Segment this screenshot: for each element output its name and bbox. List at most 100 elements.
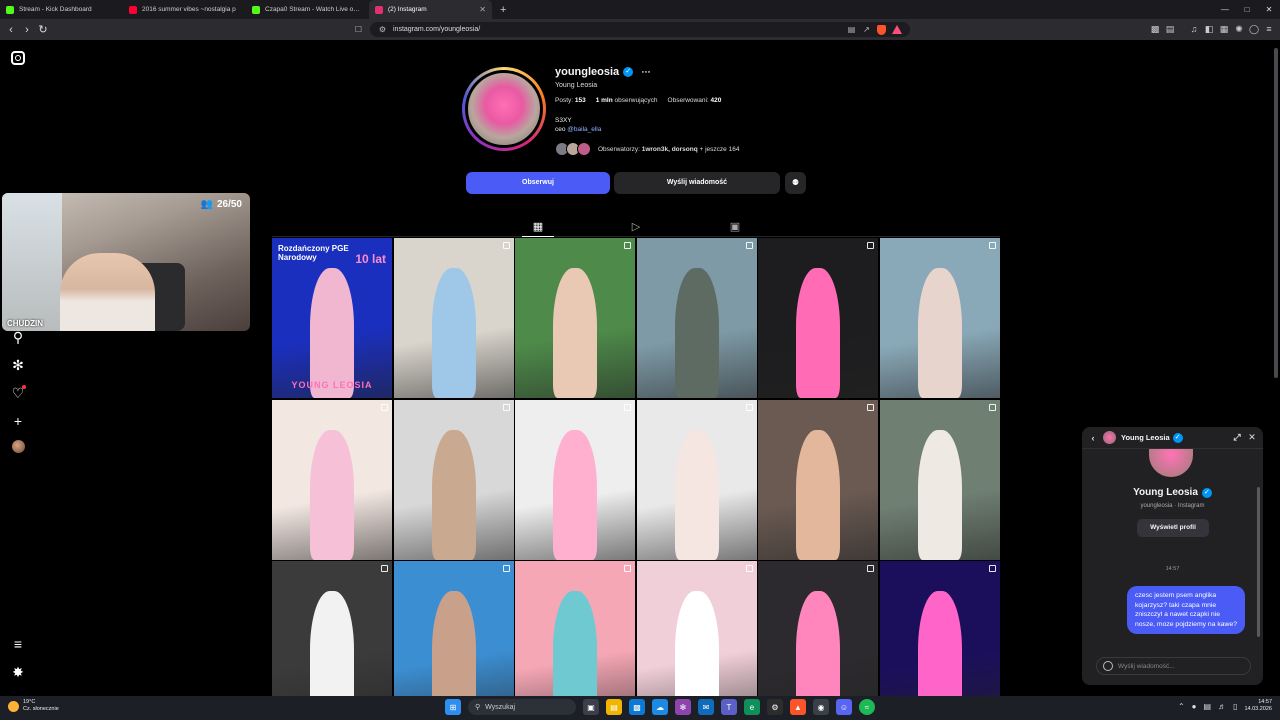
back-chevron-icon[interactable]: ‹: [1088, 433, 1098, 443]
page-scrollbar[interactable]: [1274, 48, 1278, 378]
dm-message-input[interactable]: Wyślij wiadomość...: [1096, 657, 1251, 675]
copilot-icon[interactable]: ✻: [675, 699, 691, 715]
forward-icon[interactable]: ›: [19, 24, 35, 36]
post-thumbnail[interactable]: [636, 238, 757, 398]
create-plus-icon[interactable]: +: [9, 412, 27, 430]
maximize-icon[interactable]: □: [1236, 0, 1258, 19]
post-thumbnail[interactable]: Rozdańczony PGE Narodowy 10 lat YOUNG LEOS…: [272, 238, 392, 398]
following-count[interactable]: Obserwowani: 420: [668, 97, 722, 104]
post-thumbnail[interactable]: [515, 238, 636, 398]
post-subject: [796, 268, 841, 398]
post-thumbnail[interactable]: [879, 399, 1000, 560]
browser-tab[interactable]: Stream - Kick Dashboard: [0, 0, 123, 19]
back-icon[interactable]: ‹: [3, 24, 19, 36]
post-thumbnail[interactable]: [636, 561, 757, 696]
profile-picture[interactable]: [462, 67, 546, 151]
send-message-button[interactable]: Wyślij wiadomość: [614, 172, 780, 194]
post-thumbnail[interactable]: [758, 561, 879, 696]
close-window-icon[interactable]: ✕: [1258, 0, 1280, 19]
reload-icon[interactable]: ↻: [35, 23, 51, 36]
battery-icon[interactable]: ▯: [1233, 702, 1237, 711]
tray-chevron-icon[interactable]: ⌃: [1178, 702, 1185, 711]
dm-avatar[interactable]: [1103, 431, 1116, 444]
post-thumbnail[interactable]: [758, 238, 879, 398]
address-bar[interactable]: ⚙ instagram.com/youngleosia/ ▤ ↗: [370, 22, 910, 37]
browser-tab[interactable]: 2016 summer vibes ~nostalgia p: [123, 0, 246, 19]
profile-avatar-icon[interactable]: [9, 440, 27, 458]
share-icon[interactable]: ↗: [862, 25, 871, 34]
steam-icon[interactable]: ⚙: [767, 699, 783, 715]
search-icon[interactable]: ⚲: [9, 328, 27, 346]
volume-icon[interactable]: ♬: [1218, 702, 1226, 711]
followers-count[interactable]: 1 mln obserwujących: [596, 97, 658, 104]
post-thumbnail[interactable]: [515, 399, 636, 560]
browser-tab[interactable]: Czapa0 Stream - Watch Live on Kick: [246, 0, 369, 19]
tab-tagged-icon[interactable]: ▣: [728, 220, 742, 234]
brave-rewards-icon[interactable]: [892, 25, 902, 34]
tabs-icon[interactable]: ▦: [1219, 23, 1229, 35]
dm-scrollbar[interactable]: [1257, 487, 1260, 637]
start-windows-icon[interactable]: ⊞: [445, 699, 461, 715]
teams-icon[interactable]: T: [721, 699, 737, 715]
post-thumbnail[interactable]: [272, 561, 392, 696]
discord-icon[interactable]: ☺: [836, 699, 852, 715]
instagram-logo-icon[interactable]: [11, 51, 25, 65]
post-thumbnail[interactable]: [758, 399, 879, 560]
store-icon[interactable]: ▩: [629, 699, 645, 715]
post-thumbnail[interactable]: [879, 238, 1000, 398]
follow-button[interactable]: Obserwuj: [466, 172, 610, 194]
tab-posts-grid-icon[interactable]: ▦: [531, 220, 545, 234]
notifications-heart-icon[interactable]: ♡: [9, 384, 27, 402]
spotify-icon[interactable]: ≈: [859, 699, 875, 715]
suggested-users-icon[interactable]: ⚉: [785, 172, 806, 194]
menu-icon[interactable]: ≡: [1264, 23, 1274, 35]
bio-mention-link[interactable]: @baila_ella: [567, 126, 601, 133]
media-icon[interactable]: ♫: [1189, 23, 1199, 35]
install-icon[interactable]: ▤: [847, 25, 856, 34]
network-icon[interactable]: ▤: [1204, 702, 1212, 711]
view-profile-button[interactable]: Wyświetl profil: [1137, 519, 1209, 537]
dm-sent-message[interactable]: czesc jestem psem anglika kojarzysz? tak…: [1127, 586, 1245, 634]
expand-icon[interactable]: ⤢: [1232, 432, 1242, 443]
explore-icon[interactable]: ✻: [9, 356, 27, 374]
brave-shields-icon[interactable]: [877, 24, 886, 35]
close-icon[interactable]: ✕: [1247, 432, 1257, 443]
close-tab-icon[interactable]: ✕: [479, 5, 486, 14]
weather-app-icon[interactable]: ☁: [652, 699, 668, 715]
post-thumbnail[interactable]: [879, 561, 1000, 696]
edge-icon[interactable]: e: [744, 699, 760, 715]
obs-icon[interactable]: ◉: [813, 699, 829, 715]
post-thumbnail[interactable]: [515, 561, 636, 696]
sidebar-icon[interactable]: ◧: [1204, 23, 1214, 35]
url-text: instagram.com/youngleosia/: [393, 26, 481, 33]
taskbar-clock[interactable]: 14:57 14.03.2026: [1244, 699, 1272, 713]
emoji-icon[interactable]: [1103, 661, 1113, 671]
task-view-icon[interactable]: ▣: [583, 699, 599, 715]
brave-icon[interactable]: ▲: [790, 699, 806, 715]
file-explorer-icon[interactable]: ▤: [606, 699, 622, 715]
followed-by[interactable]: Obserwatorzy: 1wron3k, dorsonq + jeszcze…: [555, 142, 739, 156]
dm-contact-name[interactable]: Young Leosia: [1121, 433, 1170, 442]
tab-reels-icon[interactable]: ▷: [629, 220, 643, 234]
microphone-icon[interactable]: ●: [1192, 702, 1197, 711]
post-thumbnail[interactable]: [272, 399, 392, 560]
taskbar-search[interactable]: ⚲ Wyszukaj: [468, 699, 576, 715]
minimize-icon[interactable]: —: [1214, 0, 1236, 19]
post-thumbnail[interactable]: [636, 399, 757, 560]
vpn-icon[interactable]: ◯: [1249, 23, 1259, 35]
more-menu-icon[interactable]: ≡: [9, 635, 27, 653]
post-thumbnail[interactable]: [393, 238, 514, 398]
options-ellipsis-icon[interactable]: ⋯: [641, 67, 650, 78]
threads-icon[interactable]: ✸: [9, 663, 27, 681]
puzzle-icon[interactable]: ✺: [1234, 23, 1244, 35]
weather-widget[interactable]: 19°C Cz. słonecznie: [8, 699, 59, 713]
browser-tab[interactable]: (2) Instagram ✕: [369, 0, 492, 19]
post-thumbnail[interactable]: [393, 399, 514, 560]
wallet-icon[interactable]: ▤: [1165, 23, 1175, 35]
post-thumbnail[interactable]: [393, 561, 514, 696]
bookmark-icon[interactable]: ☐: [354, 25, 363, 34]
outlook-icon[interactable]: ✉: [698, 699, 714, 715]
site-info-icon[interactable]: ⚙: [378, 25, 387, 34]
new-tab-button[interactable]: +: [492, 4, 514, 16]
extension-icon[interactable]: ▩: [1150, 23, 1160, 35]
